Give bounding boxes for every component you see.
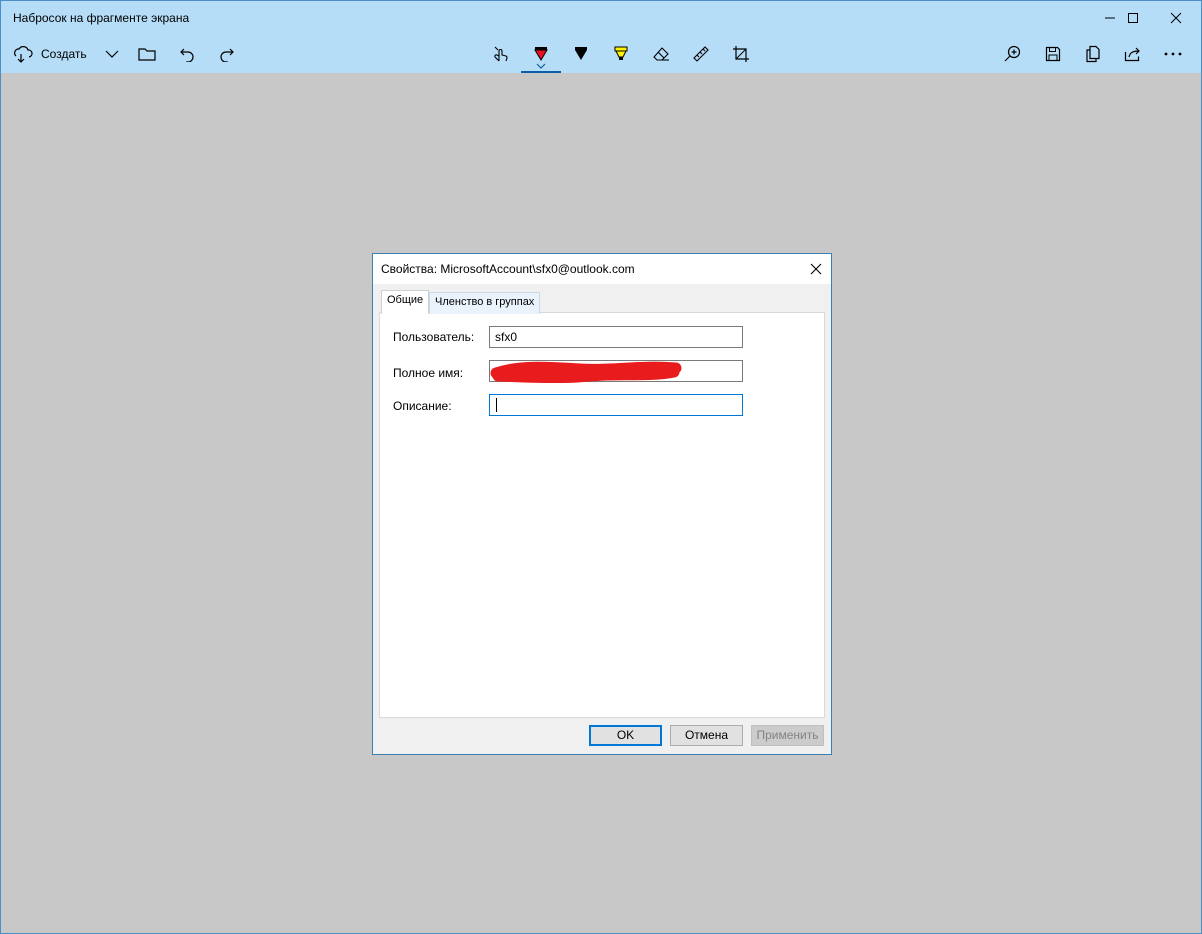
pencil-button[interactable] (569, 39, 593, 69)
crop-icon (733, 46, 749, 62)
apply-button[interactable]: Применить (751, 725, 824, 746)
save-button[interactable] (1041, 39, 1065, 69)
create-button[interactable]: Создать (13, 39, 91, 69)
redo-button[interactable] (215, 39, 239, 69)
title-bar: Набросок на фрагменте экрана (1, 1, 1201, 35)
zoom-button[interactable] (1001, 39, 1025, 69)
tab-group-membership[interactable]: Членство в группах (429, 292, 541, 314)
tab-general-label: Общие (387, 294, 424, 306)
eraser-button[interactable] (649, 39, 673, 69)
create-label: Создать (41, 47, 87, 61)
new-snip-icon (14, 46, 33, 63)
ballpoint-pen-icon (534, 47, 548, 61)
close-icon (1170, 12, 1182, 24)
user-field[interactable]: sfx0 (489, 326, 743, 348)
zoom-in-icon (1004, 45, 1021, 62)
redaction-scribble (490, 361, 682, 383)
highlighter-button[interactable] (609, 39, 633, 69)
app-title: Набросок на фрагменте экрана (13, 11, 190, 25)
share-button[interactable] (1121, 39, 1145, 69)
touch-writing-icon (494, 46, 508, 62)
tab-page-general: Пользователь: sfx0 Полное имя: Описание: (379, 312, 825, 718)
close-button[interactable] (1153, 1, 1199, 35)
ok-button[interactable]: OK (589, 725, 662, 746)
open-file-button[interactable] (135, 39, 159, 69)
share-icon (1124, 47, 1140, 62)
properties-dialog: Свойства: MicrosoftAccount\sfx0@outlook.… (372, 253, 832, 755)
save-icon (1045, 46, 1061, 62)
user-label: Пользователь: (393, 330, 475, 344)
dialog-title: Свойства: MicrosoftAccount\sfx0@outlook.… (381, 262, 635, 276)
dialog-title-bar: Свойства: MicrosoftAccount\sfx0@outlook.… (373, 254, 831, 284)
highlighter-icon (614, 46, 628, 60)
text-caret (496, 398, 497, 412)
toolbar: Создать (1, 35, 1201, 73)
maximize-icon (1128, 13, 1138, 23)
copy-button[interactable] (1081, 39, 1105, 69)
copy-icon (1086, 45, 1100, 63)
description-label: Описание: (393, 399, 452, 413)
crop-button[interactable] (729, 39, 753, 69)
more-button[interactable] (1161, 39, 1185, 69)
pencil-icon (575, 47, 587, 60)
description-field[interactable] (489, 394, 743, 416)
create-options-button[interactable] (101, 39, 123, 69)
redo-icon (220, 48, 234, 62)
more-icon (1164, 52, 1182, 56)
tab-general[interactable]: Общие (381, 290, 430, 314)
cancel-button[interactable]: Отмена (670, 725, 743, 746)
undo-icon (180, 48, 194, 62)
maximize-button[interactable] (1110, 1, 1156, 35)
snip-sketch-window: Набросок на фрагменте экрана Создать Сво… (0, 0, 1202, 934)
folder-icon (138, 48, 156, 61)
ruler-button[interactable] (689, 39, 713, 69)
eraser-icon (653, 47, 669, 61)
undo-button[interactable] (175, 39, 199, 69)
pen-options-chevron-icon[interactable] (536, 63, 546, 69)
user-field-value: sfx0 (495, 330, 518, 344)
chevron-down-icon (105, 50, 119, 58)
fullname-label: Полное имя: (393, 366, 464, 380)
ruler-icon (693, 46, 709, 62)
touch-writing-button[interactable] (489, 39, 513, 69)
close-icon (810, 263, 822, 275)
dialog-close-button[interactable] (807, 260, 825, 278)
tab-group-membership-label: Членство в группах (435, 296, 535, 308)
